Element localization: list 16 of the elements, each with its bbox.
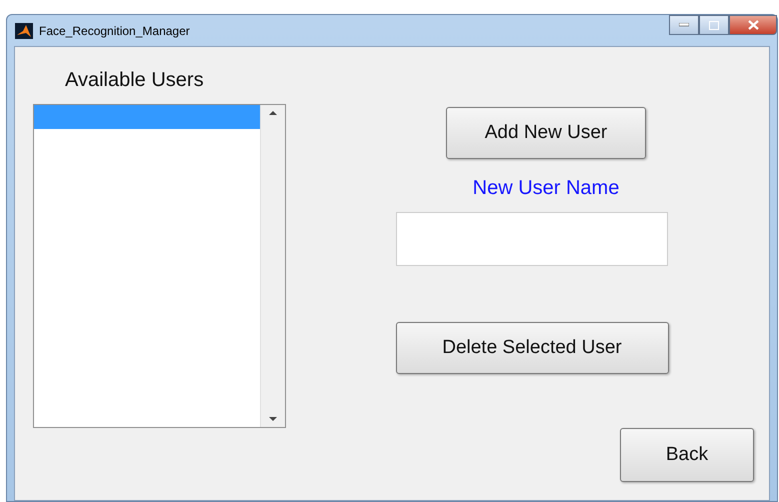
list-label: Available Users [65, 69, 205, 92]
scroll-up-icon[interactable] [269, 111, 277, 115]
app-logo-icon [15, 22, 33, 38]
add-user-button[interactable]: Add New User [446, 107, 646, 159]
name-field[interactable] [396, 212, 668, 266]
scroll-down-icon[interactable] [269, 417, 277, 421]
window-title: Face_Recognition_Manager [39, 24, 191, 38]
close-button[interactable] [729, 15, 777, 35]
close-icon [748, 20, 758, 30]
name-label: New User Name [472, 177, 620, 200]
maximize-button[interactable] [699, 15, 729, 35]
back-button[interactable]: Back [620, 428, 754, 482]
maximize-icon [709, 20, 719, 30]
delete-user-button[interactable]: Delete Selected User [396, 322, 668, 374]
minimize-button[interactable] [669, 15, 699, 35]
minimize-icon [679, 23, 689, 27]
